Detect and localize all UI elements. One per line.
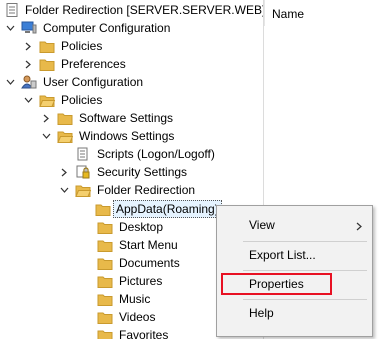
folder-icon — [97, 220, 113, 234]
tree-item-policies[interactable]: Policies — [22, 37, 103, 55]
chevron-right-icon[interactable] — [22, 57, 34, 71]
tree-item-music[interactable]: Music — [97, 290, 151, 308]
tree-item-label: Policies — [61, 93, 103, 107]
submenu-arrow-icon — [356, 220, 362, 234]
chevron-down-icon[interactable] — [58, 183, 70, 197]
folder-icon — [95, 202, 111, 216]
tree-item-label: Computer Configuration — [43, 21, 171, 35]
tree-item-label: User Configuration — [43, 75, 144, 89]
tree-item-label: Documents — [119, 256, 180, 270]
tree-item-desktop[interactable]: Desktop — [97, 218, 164, 236]
chevron-down-icon[interactable] — [40, 129, 52, 143]
tree-item-computer-configuration[interactable]: Computer Configuration — [4, 19, 171, 37]
chevron-down-icon[interactable] — [22, 93, 34, 107]
folder-icon — [97, 328, 113, 339]
tree-item-label: Start Menu — [119, 238, 178, 252]
folder-icon — [97, 238, 113, 252]
tree-item-label: Preferences — [61, 57, 126, 71]
policy-document-icon — [4, 2, 20, 17]
chevron-down-icon[interactable] — [4, 21, 16, 35]
tree-item-label: Windows Settings — [79, 129, 175, 143]
tree-item-label: Security Settings — [97, 165, 188, 179]
name-column-header[interactable]: Name — [272, 7, 304, 21]
menu-item-export-list[interactable]: Export List... — [217, 244, 372, 266]
tree-item-label: Software Settings — [79, 111, 174, 125]
tree-item-label: Policies — [61, 39, 103, 53]
folder-icon — [57, 111, 73, 125]
tree-item-label: Music — [119, 292, 151, 306]
chevron-right-icon[interactable] — [40, 111, 52, 125]
menu-item-label: Export List... — [249, 248, 316, 262]
menu-item-label: View — [249, 218, 275, 232]
menu-item-view[interactable]: View — [217, 214, 372, 236]
tree-item-label: AppData(Roaming) — [113, 200, 222, 218]
folder-icon — [39, 57, 55, 71]
tree-item-appdata-roaming[interactable]: AppData(Roaming) — [95, 200, 222, 218]
menu-separator — [243, 299, 367, 300]
properties-highlight-box — [221, 273, 332, 295]
chevron-right-icon[interactable] — [58, 165, 70, 179]
menu-item-label: Help — [249, 306, 274, 320]
folder-open-icon — [57, 129, 73, 143]
folder-icon — [97, 292, 113, 306]
column-separator[interactable] — [264, 0, 265, 26]
folder-icon — [97, 310, 113, 324]
tree-item-favorites[interactable]: Favorites — [97, 326, 169, 339]
folder-open-icon — [75, 183, 91, 197]
tree-item-windows-settings[interactable]: Windows Settings — [40, 127, 175, 145]
tree-item-videos[interactable]: Videos — [97, 308, 156, 326]
tree-item-folder-redirection[interactable]: Folder Redirection — [58, 181, 196, 199]
tree-item-software-settings[interactable]: Software Settings — [40, 109, 174, 127]
tree-item-documents[interactable]: Documents — [97, 254, 181, 272]
user-icon — [21, 75, 37, 89]
folder-open-icon — [39, 93, 55, 107]
scripts-icon — [75, 147, 91, 161]
computer-icon — [21, 21, 37, 35]
tree-item-preferences[interactable]: Preferences — [22, 55, 127, 73]
security-lock-icon — [75, 165, 91, 179]
chevron-right-icon[interactable] — [22, 39, 34, 53]
tree-item-label: Folder Redirection — [97, 183, 196, 197]
menu-item-help[interactable]: Help — [217, 302, 372, 324]
menu-separator — [243, 241, 367, 242]
context-menu: View Export List... Properties Help — [216, 205, 373, 337]
tree-item-security-settings[interactable]: Security Settings — [58, 163, 188, 181]
menu-separator — [243, 270, 367, 271]
tree-item-label: Desktop — [119, 220, 164, 234]
tree-item-pictures[interactable]: Pictures — [97, 272, 163, 290]
chevron-down-icon[interactable] — [4, 75, 16, 89]
tree-item-label: Videos — [119, 310, 156, 324]
tree-item-start-menu[interactable]: Start Menu — [97, 236, 179, 254]
folder-icon — [97, 256, 113, 270]
tree-item-user-policies[interactable]: Policies — [22, 91, 103, 109]
tree-item-user-configuration[interactable]: User Configuration — [4, 73, 144, 91]
tree-item-scripts[interactable]: Scripts (Logon/Logoff) — [75, 145, 216, 163]
tree-item-label: Scripts (Logon/Logoff) — [97, 147, 215, 161]
folder-icon — [39, 39, 55, 53]
folder-icon — [97, 274, 113, 288]
tree-item-label: Pictures — [119, 274, 163, 288]
tree-item-label: Favorites — [119, 328, 169, 339]
tree-item-label: Folder Redirection [SERVER.SERVER.WEB] — [25, 3, 263, 17]
tree-item-root[interactable]: Folder Redirection [SERVER.SERVER.WEB] — [4, 1, 263, 19]
